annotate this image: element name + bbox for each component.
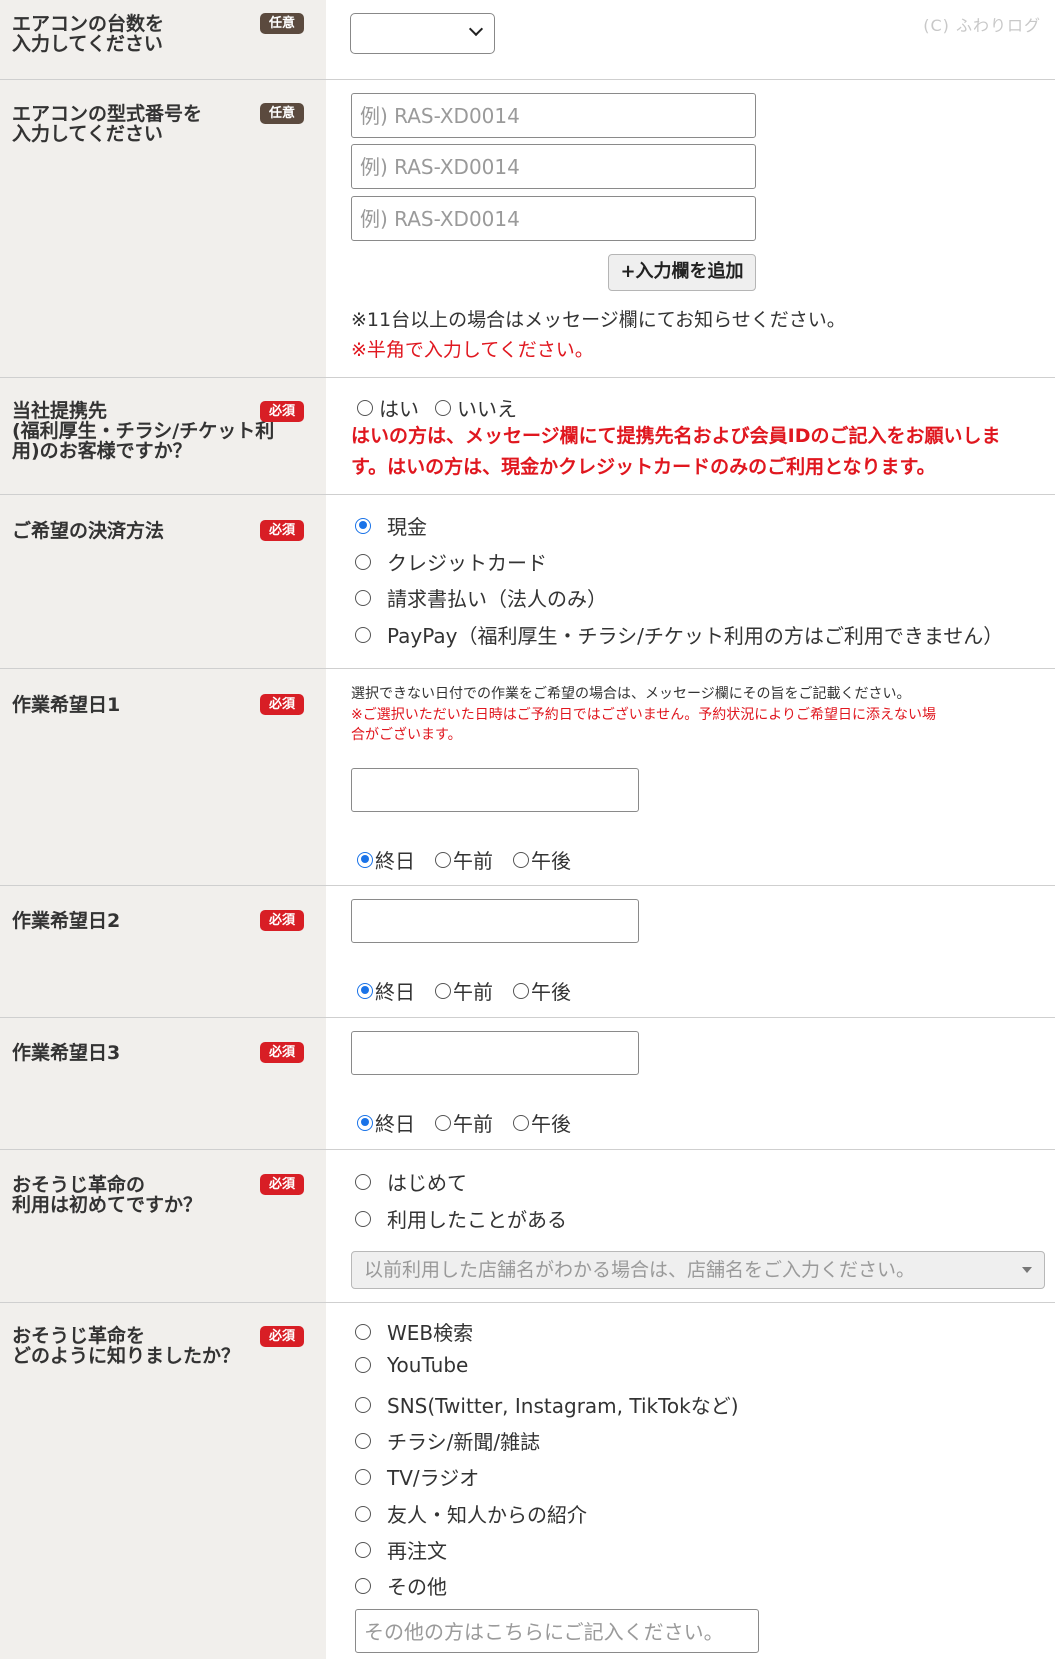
- date-2-time-pm[interactable]: 午後: [513, 976, 571, 1005]
- radio-button[interactable]: [435, 1114, 451, 1131]
- radio-button[interactable]: [513, 851, 529, 868]
- radio-button[interactable]: [355, 1173, 371, 1190]
- source-option-referral[interactable]: 友人・知人からの紹介: [355, 1499, 587, 1528]
- source-option-web[interactable]: WEB検索: [355, 1317, 473, 1346]
- date-3-time-pm[interactable]: 午後: [513, 1108, 571, 1137]
- radio-button[interactable]: [513, 1114, 529, 1131]
- first-time-option-first[interactable]: はじめて: [355, 1167, 467, 1196]
- date-1-note: 選択できない日付での作業をご希望の場合は、メッセージ欄にその旨をご記載ください。: [351, 686, 911, 702]
- model-number-input[interactable]: 例) RAS-XD0014: [351, 144, 756, 189]
- radio-button[interactable]: [357, 982, 373, 999]
- date-1-warning: ※ご選択いただいた日時はご予約日ではございません。予約状況によりご希望日に添えな…: [351, 707, 937, 743]
- row-first-time: おそうじ革命の 利用は初めてですか？ 必須 はじめて 利用したことがある 以前利用…: [0, 1150, 1055, 1303]
- radio-button[interactable]: [355, 1541, 371, 1558]
- radio-button[interactable]: [355, 1577, 371, 1594]
- unit-count-label: エアコンの台数を 入力してください: [12, 13, 165, 55]
- required-badge: 必須: [260, 1042, 304, 1063]
- date-1-time-allday[interactable]: 終日: [357, 845, 415, 874]
- source-option-sns[interactable]: SNS(Twitter, Instagram, TikTokなど): [355, 1390, 739, 1419]
- radio-button[interactable]: [357, 1114, 373, 1131]
- radio-button[interactable]: [355, 589, 371, 606]
- radio-button[interactable]: [355, 553, 371, 570]
- radio-button[interactable]: [355, 1468, 371, 1485]
- source-option-flyer[interactable]: チラシ/新聞/雑誌: [355, 1426, 540, 1455]
- radio-button[interactable]: [435, 399, 451, 416]
- row-date-2: 作業希望日2 必須 終日 午前 午後: [0, 886, 1055, 1018]
- radio-button[interactable]: [355, 1396, 371, 1413]
- radio-button[interactable]: [355, 1505, 371, 1522]
- radio-button[interactable]: [357, 851, 373, 868]
- model-number-label: エアコンの型式番号を 入力してください: [12, 103, 203, 145]
- required-badge: 必須: [260, 694, 304, 715]
- date-3-time-am[interactable]: 午前: [435, 1108, 493, 1137]
- payment-option-invoice[interactable]: 請求書払い（法人のみ）: [355, 583, 607, 612]
- source-label: おそうじ革命を どのように知りましたか？: [12, 1325, 241, 1367]
- date-3-input[interactable]: [351, 1031, 639, 1075]
- row-source: おそうじ革命を どのように知りましたか？ 必須 WEB検索 YouTube SNS…: [0, 1303, 1055, 1659]
- source-option-tv-radio[interactable]: TV/ラジオ: [355, 1462, 479, 1491]
- date-2-label: 作業希望日2: [12, 910, 121, 932]
- radio-button[interactable]: [355, 1357, 371, 1373]
- date-1-label: 作業希望日1: [12, 694, 121, 716]
- half-width-note: ※半角で入力してください。: [351, 339, 594, 361]
- radio-button[interactable]: [357, 399, 373, 416]
- date-1-time-am[interactable]: 午前: [435, 845, 493, 874]
- source-option-reorder[interactable]: 再注文: [355, 1535, 447, 1564]
- date-2-input[interactable]: [351, 899, 639, 943]
- first-time-option-used-before[interactable]: 利用したことがある: [355, 1204, 567, 1233]
- date-3-time-allday[interactable]: 終日: [357, 1108, 415, 1137]
- row-model-numbers: エアコンの型式番号を 入力してください 任意 例) RAS-XD0014 例) R…: [0, 80, 1055, 378]
- partner-option-no[interactable]: いいえ: [435, 393, 517, 422]
- payment-option-paypay[interactable]: PayPay（福利厚生・チラシ/チケット利用の方はご利用できません）: [355, 620, 1003, 649]
- required-badge: 必須: [260, 520, 304, 541]
- date-1-input[interactable]: [351, 768, 639, 812]
- required-badge: 必須: [260, 401, 304, 422]
- radio-button[interactable]: [355, 1210, 371, 1227]
- required-badge: 必須: [260, 910, 304, 931]
- payment-label: ご希望の決済方法: [12, 520, 165, 542]
- date-2-time-allday[interactable]: 終日: [357, 976, 415, 1005]
- model-number-input[interactable]: 例) RAS-XD0014: [351, 93, 756, 138]
- row-date-3: 作業希望日3 必須 終日 午前 午後: [0, 1018, 1055, 1150]
- date-2-time-am[interactable]: 午前: [435, 976, 493, 1005]
- caret-down-icon: [1022, 1267, 1032, 1273]
- partner-warning: はいの方は、メッセージ欄にて提携先名および会員IDのご記入をお願いしま す。はいの…: [351, 425, 1001, 478]
- optional-badge: 任意: [260, 13, 304, 34]
- radio-button[interactable]: [355, 1323, 371, 1340]
- radio-button[interactable]: [355, 626, 371, 643]
- date-1-time-pm[interactable]: 午後: [513, 845, 571, 874]
- unit-count-select[interactable]: [350, 13, 495, 54]
- radio-button[interactable]: [435, 851, 451, 868]
- model-number-note: ※11台以上の場合はメッセージ欄にてお知らせください。: [351, 309, 846, 331]
- required-badge: 必須: [260, 1174, 304, 1195]
- partner-label: 当社提携先 (福利厚生・チラシ/チケット利 用)のお客様ですか？: [12, 400, 275, 462]
- row-partner: 当社提携先 (福利厚生・チラシ/チケット利 用)のお客様ですか？ 必須 はい いいえ…: [0, 378, 1055, 495]
- add-input-button[interactable]: +入力欄を追加: [608, 254, 756, 291]
- source-option-other[interactable]: その他: [355, 1571, 447, 1600]
- partner-option-yes[interactable]: はい: [357, 393, 419, 422]
- radio-button[interactable]: [355, 517, 371, 534]
- row-date-1: 作業希望日1 必須 選択できない日付での作業をご希望の場合は、メッセージ欄にその…: [0, 669, 1055, 886]
- radio-button[interactable]: [355, 1432, 371, 1449]
- payment-option-credit[interactable]: クレジットカード: [355, 547, 547, 576]
- radio-button[interactable]: [513, 982, 529, 999]
- row-payment: ご希望の決済方法 必須 現金 クレジットカード 請求書払い（法人のみ） PayP…: [0, 495, 1055, 669]
- date-3-label: 作業希望日3: [12, 1042, 121, 1064]
- row-unit-count: エアコンの台数を 入力してください 任意: [0, 0, 1055, 80]
- first-time-label: おそうじ革命の 利用は初めてですか？: [12, 1174, 203, 1216]
- payment-option-cash[interactable]: 現金: [355, 511, 427, 540]
- other-source-input[interactable]: その他の方はこちらにご記入ください。: [355, 1609, 759, 1653]
- radio-button[interactable]: [435, 982, 451, 999]
- chevron-down-icon: [468, 21, 484, 37]
- store-name-select[interactable]: 以前利用した店舗名がわかる場合は、店舗名をご入力ください。: [351, 1251, 1045, 1289]
- model-number-input[interactable]: 例) RAS-XD0014: [351, 196, 756, 241]
- required-badge: 必須: [260, 1326, 304, 1347]
- source-option-youtube[interactable]: YouTube: [355, 1353, 468, 1377]
- optional-badge: 任意: [260, 103, 304, 124]
